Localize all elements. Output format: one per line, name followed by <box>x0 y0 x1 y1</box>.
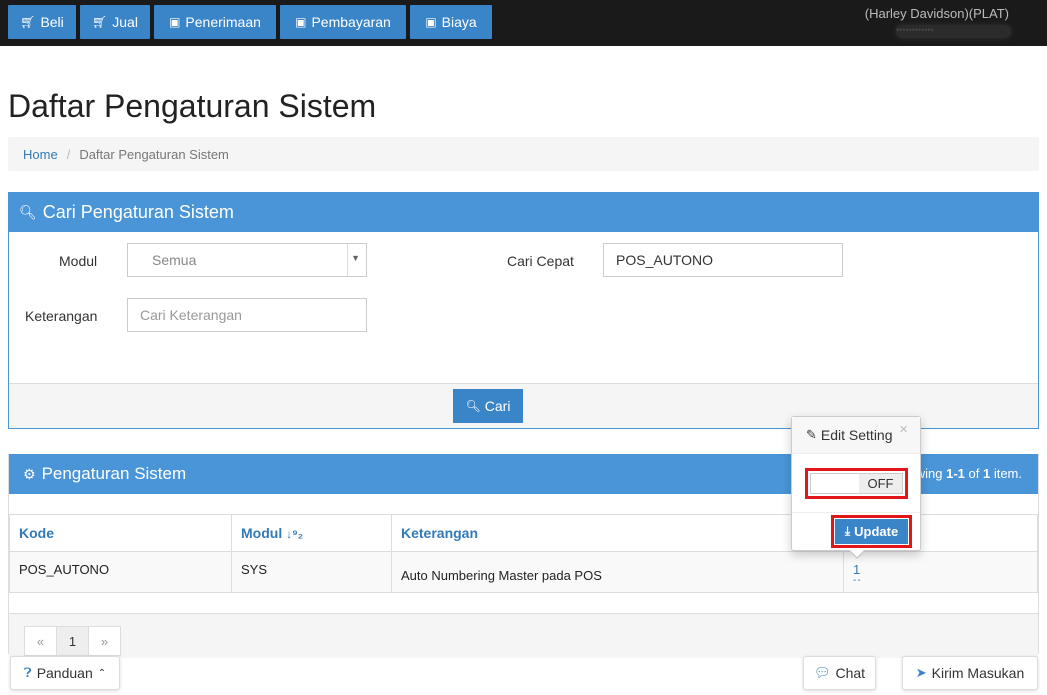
summary-range: 1-1 <box>946 466 965 481</box>
toggle-knob <box>811 474 859 493</box>
popover-divider <box>792 512 920 513</box>
cari-cepat-label: Cari Cepat <box>507 253 574 269</box>
cart-icon: 🛒︎ <box>20 15 36 29</box>
breadcrumb-home-link[interactable]: Home <box>23 147 58 162</box>
pagination-area: « 1 » <box>9 613 1038 658</box>
cari-button-label: Cari <box>484 398 511 414</box>
nav-beli-label: Beli <box>40 14 64 30</box>
cell-kode: POS_AUTONO <box>9 551 232 593</box>
page-title: Daftar Pengaturan Sistem <box>8 88 377 124</box>
toggle-state-label: OFF <box>859 474 902 493</box>
column-keterangan[interactable]: Keterangan <box>391 514 844 552</box>
popover-arrow <box>848 549 866 559</box>
summary-text: wing 1-1 of 1 item. <box>916 466 1022 481</box>
nav-jual-label: Jual <box>112 14 138 30</box>
store-name[interactable]: (Harley Davidson)(PLAT) <box>865 6 1009 21</box>
chat-label: Chat <box>835 665 866 681</box>
edit-setting-popover: ✎ Edit Setting × OFF ⤓ Update <box>791 416 921 559</box>
money-icon: ▣ <box>295 15 307 29</box>
setting-value-underline: -- <box>853 575 862 586</box>
column-keterangan-label: Keterangan <box>401 525 479 541</box>
summary-of: of <box>964 466 983 481</box>
pagination-next[interactable]: » <box>88 626 121 656</box>
nav-beli-button[interactable]: 🛒︎ Beli <box>8 5 76 39</box>
modul-select[interactable]: Semua ▼ <box>127 243 367 277</box>
column-modul[interactable]: Modul ↓⁹₂ <box>231 514 392 552</box>
breadcrumb: Home / Daftar Pengaturan Sistem <box>8 137 1039 171</box>
gears-icon: ⚙ <box>23 465 36 482</box>
table-row: POS_AUTONO SYS Auto Numbering Master pad… <box>9 551 1038 593</box>
keterangan-input[interactable]: Cari Keterangan <box>127 298 367 332</box>
cari-cepat-input[interactable]: POS_AUTONO <box>603 243 843 277</box>
chat-icon: 💬︎ <box>813 665 831 680</box>
nav-penerimaan-button[interactable]: ▣ Penerimaan <box>154 5 276 39</box>
column-modul-label: Modul <box>241 525 283 541</box>
top-navbar: 🛒︎ Beli 🛒︎ Jual ▣ Penerimaan ▣ Pembayara… <box>0 0 1047 46</box>
sort-icon: ↓⁹₂ <box>286 527 304 541</box>
edit-icon: ✎ <box>806 427 817 442</box>
cart-icon: 🛒︎ <box>92 15 108 29</box>
select-divider <box>347 244 348 276</box>
send-icon: ➤ <box>915 665 927 680</box>
cell-nilai: 1 -- <box>843 551 1038 593</box>
popover-title: Edit Setting <box>820 427 893 443</box>
kirim-masukan-button[interactable]: ➤ Kirim Masukan <box>902 656 1038 690</box>
modul-label: Modul <box>59 253 98 269</box>
chevron-up-icon: ⌃ <box>97 667 107 679</box>
cari-button[interactable]: 🔍︎ Cari <box>453 389 523 423</box>
nav-pembayaran-label: Pembayaran <box>311 14 391 30</box>
column-kode[interactable]: Kode <box>9 514 232 552</box>
nav-biaya-button[interactable]: ▣ Biaya <box>410 5 492 39</box>
user-email-blurred: •••••••••••• <box>896 25 1011 38</box>
update-button-label: Update <box>854 524 899 539</box>
toggle-highlight: OFF <box>805 468 908 499</box>
update-highlight: ⤓ Update <box>831 515 912 548</box>
modul-select-value: Semua <box>152 252 197 268</box>
money-icon: ▣ <box>425 15 437 29</box>
download-icon: ⤓ <box>844 524 851 538</box>
column-kode-label: Kode <box>19 525 54 541</box>
search-panel-header: 🔍︎ Cari Pengaturan Sistem <box>9 193 1038 232</box>
pagination-prev[interactable]: « <box>24 626 57 656</box>
keterangan-label: Keterangan <box>25 308 98 324</box>
pagination: « 1 » <box>24 626 121 656</box>
money-icon: ▣ <box>169 15 181 29</box>
search-icon: 🔍︎ <box>19 204 37 220</box>
cell-keterangan: Auto Numbering Master pada POS <box>391 551 844 593</box>
search-icon: 🔍︎ <box>465 399 481 413</box>
panduan-label: Panduan <box>36 665 93 681</box>
search-panel-title: Cari Pengaturan Sistem <box>42 202 234 222</box>
setting-toggle[interactable]: OFF <box>810 473 903 494</box>
cell-modul: SYS <box>231 551 392 593</box>
list-panel-title: Pengaturan Sistem <box>41 464 187 483</box>
kirim-masukan-label: Kirim Masukan <box>931 665 1025 681</box>
panduan-button[interactable]: ❓︎ Panduan ⌃ <box>10 656 120 690</box>
search-panel: 🔍︎ Cari Pengaturan Sistem Modul Semua ▼ … <box>8 192 1039 429</box>
close-icon[interactable]: × <box>899 421 908 438</box>
question-circle-icon: ❓︎ <box>23 665 32 680</box>
breadcrumb-separator: / <box>66 146 71 162</box>
update-button[interactable]: ⤓ Update <box>835 519 908 544</box>
pagination-page-1[interactable]: 1 <box>56 626 89 656</box>
nav-pembayaran-button[interactable]: ▣ Pembayaran <box>280 5 406 39</box>
breadcrumb-current: Daftar Pengaturan Sistem <box>79 146 229 162</box>
chevron-down-icon: ▼ <box>351 253 360 263</box>
summary-suffix: item. <box>990 466 1022 481</box>
nav-biaya-label: Biaya <box>441 14 477 30</box>
nav-jual-button[interactable]: 🛒︎ Jual <box>80 5 150 39</box>
setting-value-link[interactable]: 1 -- <box>853 562 1037 586</box>
nav-penerimaan-label: Penerimaan <box>185 14 261 30</box>
chat-button[interactable]: 💬︎ Chat <box>803 656 876 690</box>
